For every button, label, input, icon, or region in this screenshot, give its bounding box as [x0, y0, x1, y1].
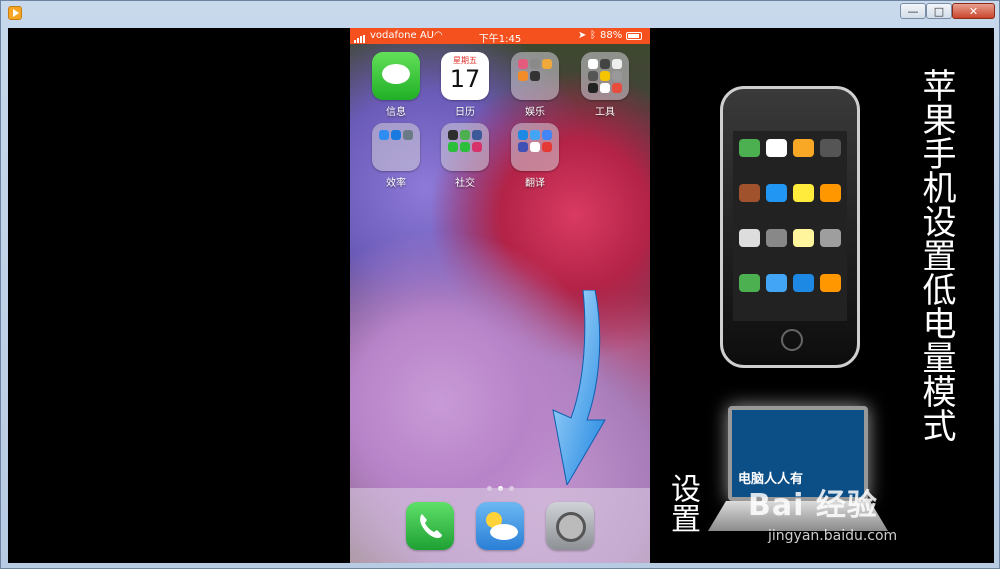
player-app-icon[interactable]	[8, 6, 22, 20]
baidu-watermark-logo: Bai 经验	[748, 488, 878, 523]
app-label: 工具	[595, 107, 615, 118]
folder-icon	[511, 52, 559, 100]
weather-icon	[476, 502, 524, 550]
folder-icon	[441, 123, 489, 171]
sun-cloud-icon	[486, 512, 518, 540]
dock-settings[interactable]	[540, 502, 600, 550]
iphone-illustration	[720, 86, 860, 368]
folder-icon	[372, 123, 420, 171]
arrow-down-icon	[552, 290, 606, 485]
folder-icon	[511, 123, 559, 171]
dock	[350, 488, 650, 563]
player-window: — □ ✕ vodafone AU ◠ 下午1:45 ➤ ᛒ 88% 信息 星期…	[0, 0, 1000, 569]
location-icon: ➤	[578, 30, 587, 41]
app-label: 效率	[386, 178, 406, 189]
folder-translate[interactable]: 翻译	[505, 123, 565, 189]
app-messages[interactable]: 信息	[366, 52, 426, 118]
messages-icon	[372, 52, 420, 100]
minimize-button[interactable]: —	[900, 3, 926, 19]
folder-social[interactable]: 社交	[435, 123, 495, 189]
app-label: 社交	[455, 178, 475, 189]
video-subtitle: 设置	[665, 473, 700, 533]
video-title: 苹果手机设置低电量模式	[916, 68, 956, 442]
home-button-icon	[781, 329, 803, 351]
calendar-day: 17	[449, 65, 481, 93]
app-label: 翻译	[525, 178, 545, 189]
handset-icon	[420, 514, 442, 538]
baidu-watermark-url: jingyan.baidu.com	[768, 528, 898, 544]
app-label: 娱乐	[525, 107, 545, 118]
close-button[interactable]: ✕	[952, 3, 995, 19]
calendar-icon: 星期五 17	[441, 52, 489, 100]
laptop-illustration: 电脑人人有	[708, 406, 888, 546]
bluetooth-icon: ᛒ	[590, 30, 596, 41]
app-calendar[interactable]: 星期五 17 日历	[435, 52, 495, 118]
folder-icon	[581, 52, 629, 100]
folder-productivity[interactable]: 效率	[366, 123, 426, 189]
battery-percent: 88%	[600, 30, 623, 41]
app-label: 信息	[386, 107, 406, 118]
maximize-button[interactable]: □	[926, 3, 952, 19]
folder-entertainment[interactable]: 娱乐	[505, 52, 565, 118]
iphone-illustration-screen	[733, 131, 847, 321]
dock-phone[interactable]	[400, 502, 460, 550]
video-area[interactable]: vodafone AU ◠ 下午1:45 ➤ ᛒ 88% 信息 星期五 17 日…	[8, 28, 994, 563]
settings-icon	[546, 502, 594, 550]
phone-icon	[406, 502, 454, 550]
status-bar: vodafone AU ◠ 下午1:45 ➤ ᛒ 88%	[350, 28, 650, 45]
phone-screen: vodafone AU ◠ 下午1:45 ➤ ᛒ 88% 信息 星期五 17 日…	[350, 28, 650, 563]
app-label: 日历	[455, 107, 475, 118]
battery-icon	[626, 32, 642, 40]
dock-weather[interactable]	[470, 502, 530, 550]
folder-tools[interactable]: 工具	[575, 52, 635, 118]
